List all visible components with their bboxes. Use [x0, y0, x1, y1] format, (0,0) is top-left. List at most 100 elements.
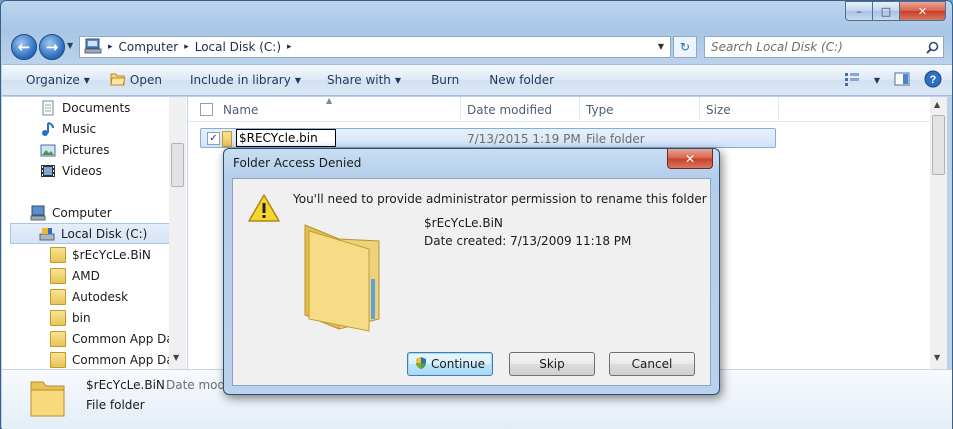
- address-bar[interactable]: ▸ Computer ▸ Local Disk (C:) ▸ ▼: [79, 36, 671, 58]
- nav-item-amd[interactable]: AMD: [50, 265, 100, 286]
- folder-icon: [50, 330, 66, 347]
- column-headers: ▲ Name Date modified Type Size: [188, 96, 930, 122]
- breadcrumb-computer[interactable]: Computer: [119, 40, 179, 54]
- burn-button[interactable]: Burn: [411, 65, 469, 95]
- nav-item-recycle-bin[interactable]: $rEcYcLe.BiN: [50, 244, 151, 265]
- refresh-button[interactable]: ↻: [673, 36, 697, 58]
- scrollbar-thumb[interactable]: [932, 115, 945, 175]
- drive-icon: [39, 226, 55, 242]
- select-all-checkbox[interactable]: [200, 103, 213, 116]
- scroll-down-arrow-icon[interactable]: ▼: [934, 353, 940, 362]
- nav-item-computer[interactable]: Computer: [30, 202, 112, 223]
- change-view-button[interactable]: [844, 72, 860, 89]
- nav-item-pictures[interactable]: Pictures: [40, 139, 110, 160]
- uac-shield-icon: [415, 356, 427, 373]
- nav-item-label: bin: [72, 310, 91, 325]
- scroll-up-arrow-icon[interactable]: ▲: [934, 100, 940, 109]
- help-icon: ?: [924, 70, 942, 87]
- dialog-folder-name: $rEcYcLe.BiN: [424, 216, 503, 230]
- recent-pages-dropdown[interactable]: ▼: [67, 41, 73, 50]
- cancel-button[interactable]: Cancel: [609, 352, 695, 376]
- view-grid-icon: [844, 72, 859, 86]
- minimize-button[interactable]: –: [845, 1, 873, 21]
- column-name[interactable]: Name: [223, 103, 258, 117]
- continue-button[interactable]: Continue: [407, 352, 493, 376]
- organize-menu[interactable]: Organize ▼: [2, 65, 100, 95]
- column-type[interactable]: Type: [586, 103, 614, 117]
- nav-item-music[interactable]: Music: [40, 118, 96, 139]
- sort-ascending-icon: ▲: [326, 96, 333, 105]
- new-folder-button[interactable]: New folder: [469, 65, 564, 95]
- breadcrumb-separator: ▸: [108, 42, 113, 52]
- folder-icon: [50, 288, 66, 305]
- column-date-modified[interactable]: Date modified: [467, 103, 552, 117]
- column-divider[interactable]: [460, 97, 461, 122]
- warning-icon: [247, 193, 281, 226]
- scroll-down-arrow-icon[interactable]: ▼: [173, 353, 179, 362]
- nav-item-label: Documents: [62, 100, 131, 115]
- details-file-type: File folder: [86, 398, 145, 412]
- pictures-icon: [40, 142, 56, 158]
- help-button[interactable]: ?: [924, 70, 942, 91]
- column-divider[interactable]: [778, 97, 779, 122]
- nav-item-label: AMD: [72, 268, 100, 283]
- scrollbar-thumb[interactable]: [171, 143, 184, 187]
- dialog-close-button[interactable]: ✕: [667, 149, 713, 169]
- include-in-library-menu[interactable]: Include in library ▼: [172, 65, 311, 95]
- chevron-down-icon: ▼: [83, 75, 90, 85]
- breadcrumb-local-disk[interactable]: Local Disk (C:): [195, 40, 281, 54]
- preview-pane-icon: [894, 72, 910, 85]
- close-button[interactable]: ✕: [900, 1, 946, 21]
- dialog-body: You'll need to provide administrator per…: [232, 178, 711, 386]
- column-size[interactable]: Size: [706, 103, 731, 117]
- nav-item-local-disk[interactable]: Local Disk (C:): [10, 223, 178, 244]
- folder-access-denied-dialog: Folder Access Denied ✕ You'll need to pr…: [223, 148, 720, 395]
- address-history-dropdown[interactable]: ▼: [658, 42, 664, 51]
- back-button[interactable]: ←: [11, 34, 37, 60]
- breadcrumb-separator: ▸: [287, 42, 292, 52]
- dialog-message: You'll need to provide administrator per…: [293, 192, 707, 206]
- search-icon[interactable]: [921, 41, 943, 54]
- row-checkbox[interactable]: ✓: [207, 132, 220, 145]
- folder-icon: [50, 351, 66, 368]
- nav-item-autodesk[interactable]: Autodesk: [50, 286, 128, 307]
- include-in-library-label: Include in library: [189, 73, 291, 87]
- forward-button[interactable]: →: [39, 34, 65, 60]
- forward-arrow-icon: →: [45, 38, 59, 56]
- folder-icon: [50, 309, 66, 326]
- open-button[interactable]: Open: [100, 65, 172, 95]
- view-options-dropdown[interactable]: ▼: [874, 76, 880, 85]
- breadcrumb-separator: ▸: [184, 42, 189, 52]
- nav-pane-scrollbar[interactable]: ▼: [169, 97, 186, 369]
- search-input[interactable]: Search Local Disk (C:): [711, 40, 921, 54]
- nav-item-common-app-data[interactable]: Common App Data: [50, 328, 186, 349]
- preview-pane-button[interactable]: [894, 72, 910, 89]
- videos-icon: [40, 163, 56, 179]
- nav-item-label: Autodesk: [72, 289, 129, 304]
- nav-item-documents[interactable]: Documents: [40, 97, 130, 118]
- nav-item-label: Computer: [52, 205, 112, 220]
- nav-item-bin[interactable]: bin: [50, 307, 91, 328]
- folder-icon: [222, 131, 232, 147]
- nav-item-videos[interactable]: Videos: [40, 160, 102, 181]
- file-list-scrollbar[interactable]: ▲ ▼: [930, 97, 947, 369]
- nav-item-label: Local Disk (C:): [61, 226, 148, 241]
- open-folder-icon: [110, 72, 126, 89]
- computer-icon: [84, 38, 102, 57]
- column-divider[interactable]: [699, 97, 700, 122]
- window-controls: – □ ✕: [845, 1, 946, 21]
- skip-label: Skip: [539, 357, 565, 371]
- share-with-menu[interactable]: Share with ▼: [311, 65, 411, 95]
- nav-item-common-app-data[interactable]: Common App Data: [50, 349, 186, 369]
- music-icon: [40, 121, 56, 137]
- skip-button[interactable]: Skip: [509, 352, 595, 376]
- column-divider[interactable]: [579, 97, 580, 122]
- search-box[interactable]: Search Local Disk (C:): [704, 36, 944, 58]
- rename-input[interactable]: $RECYcle.bin: [236, 129, 336, 147]
- large-folder-icon: [28, 376, 68, 423]
- dialog-title: Folder Access Denied: [233, 156, 362, 170]
- refresh-icon: ↻: [679, 40, 691, 54]
- maximize-button[interactable]: □: [873, 1, 900, 21]
- nav-item-label: Pictures: [62, 142, 110, 157]
- organize-label: Organize: [26, 73, 80, 87]
